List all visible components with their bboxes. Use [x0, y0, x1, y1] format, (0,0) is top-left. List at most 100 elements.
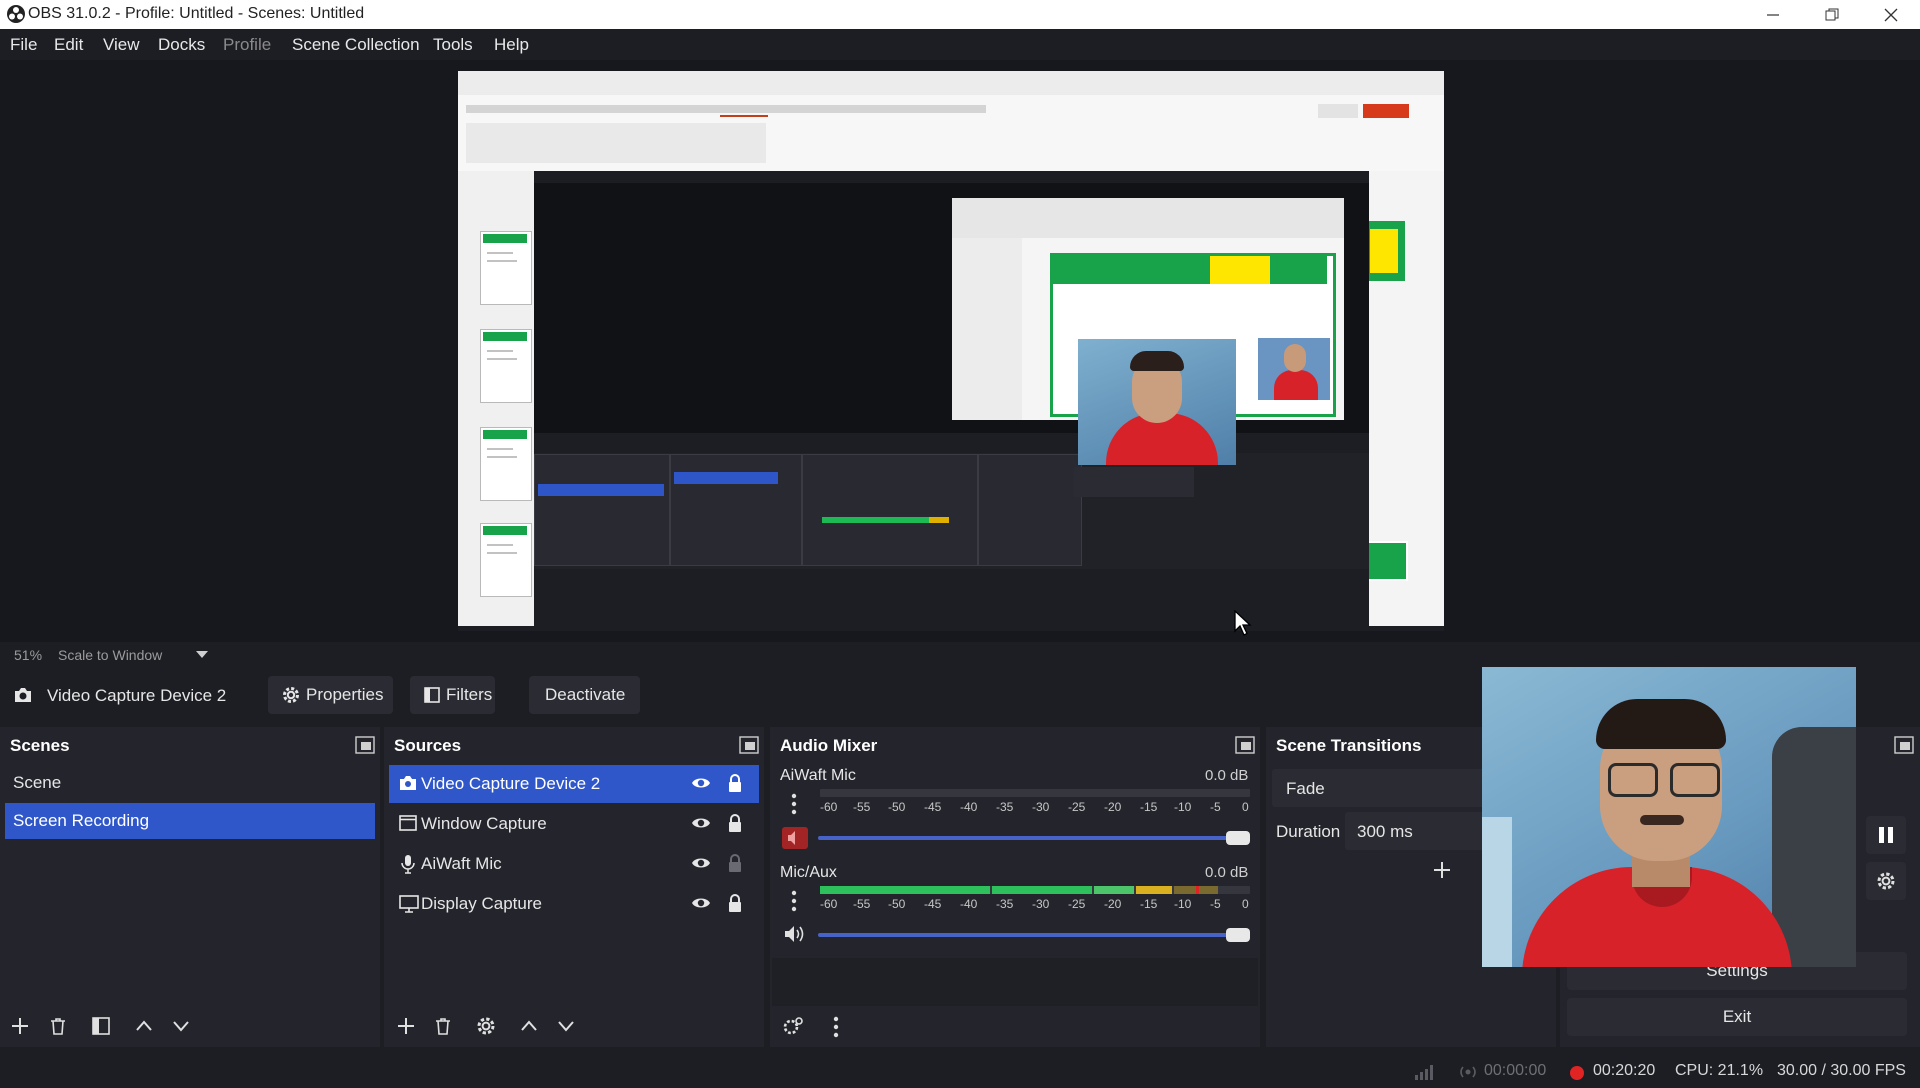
duration-input[interactable]: 300 ms: [1345, 812, 1495, 850]
restore-button[interactable]: [1803, 0, 1861, 29]
mixer-channel-name: Mic/Aux: [780, 864, 837, 881]
window-title: OBS 31.0.2 - Profile: Untitled - Scenes:…: [28, 5, 365, 22]
eye-icon[interactable]: [691, 815, 711, 831]
slide-thumbnail: [480, 329, 532, 403]
remove-scene-button[interactable]: [42, 1010, 74, 1042]
eye-icon[interactable]: [691, 895, 711, 911]
dock-float-icon[interactable]: [739, 736, 759, 754]
mixer-menu-button[interactable]: [820, 1010, 852, 1042]
scale-mode-select[interactable]: Scale to Window: [58, 647, 162, 663]
volume-slider-knob[interactable]: [1226, 831, 1250, 845]
menu-docks[interactable]: Docks: [158, 35, 205, 55]
deactivate-button[interactable]: Deactivate: [529, 676, 640, 714]
gear-icon: [777, 1016, 809, 1036]
scene-item[interactable]: Scene: [5, 765, 375, 801]
transition-select[interactable]: Fade: [1272, 769, 1492, 807]
dock-float-icon[interactable]: [355, 736, 375, 754]
source-item[interactable]: AiWaft Mic: [389, 846, 759, 882]
trash-icon: [427, 1016, 459, 1036]
menu-profile[interactable]: Profile: [223, 35, 271, 55]
gear-icon: [1876, 871, 1896, 891]
scene-item-selected[interactable]: Screen Recording: [5, 803, 375, 839]
volume-slider[interactable]: [818, 836, 1248, 840]
plus-icon: [390, 1016, 422, 1036]
dock-float-icon[interactable]: [1894, 736, 1914, 754]
unlock-icon[interactable]: [727, 853, 743, 873]
move-scene-up-button[interactable]: [128, 1010, 160, 1042]
slide-thumbnail: [480, 523, 532, 597]
eye-icon[interactable]: [691, 855, 711, 871]
mute-toggle[interactable]: [782, 827, 808, 849]
preview-zoom-bar: [0, 642, 1920, 667]
properties-button[interactable]: Properties: [268, 676, 393, 714]
lock-icon[interactable]: [727, 893, 743, 913]
meter-scale: -60 -55 -50 -45 -40 -35 -30 -25 -20 -15 …: [820, 897, 1249, 911]
menu-help[interactable]: Help: [494, 35, 529, 55]
move-source-up-button[interactable]: [513, 1010, 545, 1042]
captured-webcam: [1078, 339, 1236, 465]
pause-icon: [1878, 826, 1894, 844]
lock-icon[interactable]: [727, 773, 743, 793]
duration-value: 300 ms: [1357, 822, 1413, 841]
lock-icon[interactable]: [727, 813, 743, 833]
context-source-name: Video Capture Device 2: [47, 686, 227, 705]
obs-logo-icon: [6, 4, 26, 24]
volume-meter: [820, 789, 1250, 797]
chevron-up-icon: [513, 1016, 545, 1036]
duration-label: Duration: [1276, 822, 1341, 841]
record-dot-icon: [1569, 1065, 1585, 1081]
exit-label: Exit: [1722, 1007, 1752, 1026]
exit-button[interactable]: Exit: [1567, 998, 1907, 1036]
close-button[interactable]: [1862, 0, 1920, 29]
add-source-button[interactable]: [390, 1010, 422, 1042]
menu-bar: [0, 29, 1920, 60]
virtual-camera-settings-button[interactable]: [1866, 862, 1906, 900]
fps-readout: 30.00 / 30.00 FPS: [1777, 1062, 1906, 1079]
plus-icon: [1426, 860, 1458, 880]
add-transition-button[interactable]: [1426, 854, 1458, 886]
menu-tools[interactable]: Tools: [433, 35, 473, 55]
record-time: 00:20:20: [1593, 1062, 1656, 1079]
scenes-title: Scenes: [10, 736, 70, 755]
minimize-button[interactable]: [1744, 0, 1802, 29]
preview-canvas[interactable]: [458, 71, 1444, 631]
source-properties-button[interactable]: [470, 1010, 502, 1042]
source-item-selected[interactable]: Video Capture Device 2: [389, 765, 759, 803]
move-source-down-button[interactable]: [550, 1010, 582, 1042]
add-scene-button[interactable]: [4, 1010, 36, 1042]
source-item[interactable]: Display Capture: [389, 886, 759, 922]
advanced-audio-button[interactable]: [777, 1010, 809, 1042]
cpu-usage: CPU: 21.1%: [1675, 1062, 1764, 1079]
source-item[interactable]: Window Capture: [389, 806, 759, 842]
pause-recording-button[interactable]: [1866, 816, 1906, 854]
slide-thumbnail: [480, 427, 532, 501]
speaker-icon[interactable]: [784, 925, 806, 943]
move-scene-down-button[interactable]: [165, 1010, 197, 1042]
slide-thumbnail: [480, 231, 532, 305]
menu-view[interactable]: View: [103, 35, 140, 55]
chevron-down-icon: [165, 1016, 197, 1036]
properties-label: Properties: [306, 685, 384, 704]
transition-value: Fade: [1286, 779, 1325, 798]
dock-float-icon[interactable]: [1235, 736, 1255, 754]
captured-ribbon: [458, 71, 1444, 172]
chevron-down-icon[interactable]: [196, 651, 208, 659]
eye-icon[interactable]: [691, 775, 711, 791]
kebab-menu-icon[interactable]: [786, 889, 802, 913]
remove-source-button[interactable]: [427, 1010, 459, 1042]
scene-label: Scene: [13, 773, 62, 792]
kebab-menu-icon: [820, 1016, 852, 1038]
stream-status-icon: [1459, 1064, 1477, 1080]
menu-file[interactable]: File: [10, 35, 37, 55]
scene-filters-button[interactable]: [85, 1010, 117, 1042]
volume-slider[interactable]: [818, 933, 1248, 937]
kebab-menu-icon[interactable]: [786, 792, 802, 816]
mixer-empty-area: [772, 958, 1258, 1006]
volume-slider-knob[interactable]: [1226, 928, 1250, 942]
window-icon: [399, 815, 417, 831]
filters-button[interactable]: Filters: [410, 676, 495, 714]
chevron-up-icon: [128, 1016, 160, 1036]
monitor-icon: [399, 895, 419, 913]
menu-scene-collection[interactable]: Scene Collection: [292, 35, 420, 55]
menu-edit[interactable]: Edit: [54, 35, 83, 55]
